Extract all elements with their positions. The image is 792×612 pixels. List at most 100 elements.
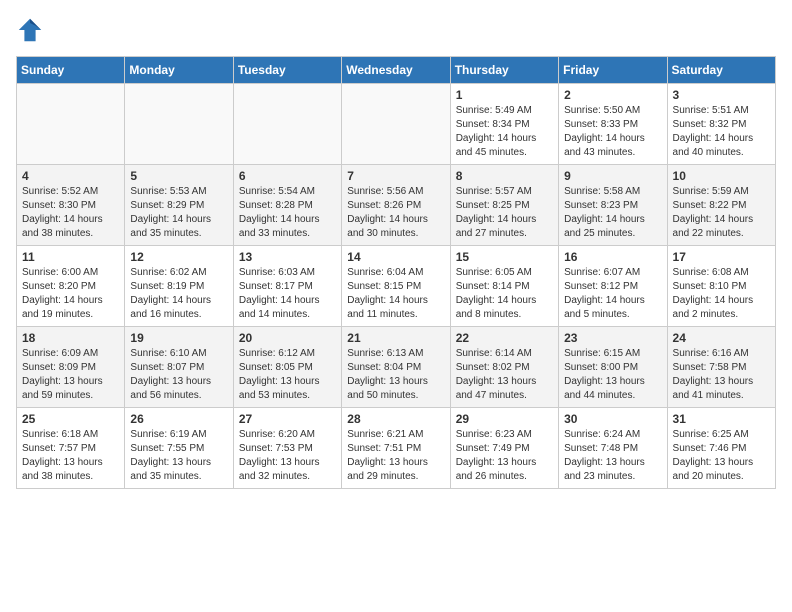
- calendar-day-cell: 17 Sunrise: 6:08 AM Sunset: 8:10 PM Dayli…: [667, 246, 775, 327]
- calendar-day-cell: [125, 84, 233, 165]
- day-number: 23: [564, 331, 661, 345]
- calendar-table: SundayMondayTuesdayWednesdayThursdayFrid…: [16, 56, 776, 489]
- calendar-day-cell: 21 Sunrise: 6:13 AM Sunset: 8:04 PM Dayli…: [342, 327, 450, 408]
- day-info: Sunrise: 5:56 AM Sunset: 8:26 PM Dayligh…: [347, 185, 444, 241]
- day-number: 7: [347, 169, 444, 183]
- calendar-day-cell: 6 Sunrise: 5:54 AM Sunset: 8:28 PM Daylig…: [233, 165, 341, 246]
- day-number: 18: [22, 331, 119, 345]
- day-info: Sunrise: 6:12 AM Sunset: 8:05 PM Dayligh…: [239, 347, 336, 403]
- calendar-day-cell: 3 Sunrise: 5:51 AM Sunset: 8:32 PM Daylig…: [667, 84, 775, 165]
- day-number: 4: [22, 169, 119, 183]
- day-of-week-header: Friday: [559, 57, 667, 84]
- calendar-header-row: SundayMondayTuesdayWednesdayThursdayFrid…: [17, 57, 776, 84]
- calendar-day-cell: 12 Sunrise: 6:02 AM Sunset: 8:19 PM Dayli…: [125, 246, 233, 327]
- day-info: Sunrise: 6:19 AM Sunset: 7:55 PM Dayligh…: [130, 428, 227, 484]
- day-number: 27: [239, 412, 336, 426]
- day-number: 8: [456, 169, 553, 183]
- day-info: Sunrise: 6:21 AM Sunset: 7:51 PM Dayligh…: [347, 428, 444, 484]
- calendar-day-cell: 28 Sunrise: 6:21 AM Sunset: 7:51 PM Dayli…: [342, 408, 450, 489]
- calendar-day-cell: 16 Sunrise: 6:07 AM Sunset: 8:12 PM Dayli…: [559, 246, 667, 327]
- day-info: Sunrise: 5:54 AM Sunset: 8:28 PM Dayligh…: [239, 185, 336, 241]
- day-of-week-header: Thursday: [450, 57, 558, 84]
- day-info: Sunrise: 6:02 AM Sunset: 8:19 PM Dayligh…: [130, 266, 227, 322]
- calendar-day-cell: 7 Sunrise: 5:56 AM Sunset: 8:26 PM Daylig…: [342, 165, 450, 246]
- logo: [16, 16, 48, 44]
- day-number: 25: [22, 412, 119, 426]
- calendar-body: 1 Sunrise: 5:49 AM Sunset: 8:34 PM Daylig…: [17, 84, 776, 489]
- day-info: Sunrise: 5:49 AM Sunset: 8:34 PM Dayligh…: [456, 104, 553, 160]
- calendar-day-cell: 23 Sunrise: 6:15 AM Sunset: 8:00 PM Dayli…: [559, 327, 667, 408]
- day-info: Sunrise: 6:16 AM Sunset: 7:58 PM Dayligh…: [673, 347, 770, 403]
- calendar-day-cell: 1 Sunrise: 5:49 AM Sunset: 8:34 PM Daylig…: [450, 84, 558, 165]
- day-number: 1: [456, 88, 553, 102]
- day-of-week-header: Monday: [125, 57, 233, 84]
- day-number: 12: [130, 250, 227, 264]
- calendar-day-cell: 30 Sunrise: 6:24 AM Sunset: 7:48 PM Dayli…: [559, 408, 667, 489]
- calendar-day-cell: 14Sunrise: 6:04 AM Sunset: 8:15 PM Dayli…: [342, 246, 450, 327]
- calendar-day-cell: 4 Sunrise: 5:52 AM Sunset: 8:30 PM Daylig…: [17, 165, 125, 246]
- calendar-week-row: 4 Sunrise: 5:52 AM Sunset: 8:30 PM Daylig…: [17, 165, 776, 246]
- day-info: Sunrise: 6:08 AM Sunset: 8:10 PM Dayligh…: [673, 266, 770, 322]
- day-number: 11: [22, 250, 119, 264]
- day-info: Sunrise: 6:20 AM Sunset: 7:53 PM Dayligh…: [239, 428, 336, 484]
- day-info: Sunrise: 6:23 AM Sunset: 7:49 PM Dayligh…: [456, 428, 553, 484]
- day-number: 13: [239, 250, 336, 264]
- calendar-day-cell: 18Sunrise: 6:09 AM Sunset: 8:09 PM Dayli…: [17, 327, 125, 408]
- calendar-day-cell: 11 Sunrise: 6:00 AM Sunset: 8:20 PM Dayli…: [17, 246, 125, 327]
- day-of-week-header: Sunday: [17, 57, 125, 84]
- day-number: 17: [673, 250, 770, 264]
- day-number: 30: [564, 412, 661, 426]
- day-number: 5: [130, 169, 227, 183]
- day-number: 2: [564, 88, 661, 102]
- day-info: Sunrise: 6:18 AM Sunset: 7:57 PM Dayligh…: [22, 428, 119, 484]
- day-info: Sunrise: 6:03 AM Sunset: 8:17 PM Dayligh…: [239, 266, 336, 322]
- calendar-week-row: 25 Sunrise: 6:18 AM Sunset: 7:57 PM Dayli…: [17, 408, 776, 489]
- day-info: Sunrise: 6:04 AM Sunset: 8:15 PM Dayligh…: [347, 266, 444, 322]
- calendar-day-cell: 27 Sunrise: 6:20 AM Sunset: 7:53 PM Dayli…: [233, 408, 341, 489]
- day-info: Sunrise: 5:58 AM Sunset: 8:23 PM Dayligh…: [564, 185, 661, 241]
- day-number: 10: [673, 169, 770, 183]
- calendar-day-cell: 5 Sunrise: 5:53 AM Sunset: 8:29 PM Daylig…: [125, 165, 233, 246]
- day-info: Sunrise: 5:59 AM Sunset: 8:22 PM Dayligh…: [673, 185, 770, 241]
- day-info: Sunrise: 5:53 AM Sunset: 8:29 PM Dayligh…: [130, 185, 227, 241]
- day-info: Sunrise: 6:07 AM Sunset: 8:12 PM Dayligh…: [564, 266, 661, 322]
- day-number: 29: [456, 412, 553, 426]
- day-info: Sunrise: 6:14 AM Sunset: 8:02 PM Dayligh…: [456, 347, 553, 403]
- day-number: 21: [347, 331, 444, 345]
- calendar-day-cell: 29 Sunrise: 6:23 AM Sunset: 7:49 PM Dayli…: [450, 408, 558, 489]
- day-number: 15: [456, 250, 553, 264]
- day-number: 28: [347, 412, 444, 426]
- day-info: Sunrise: 5:57 AM Sunset: 8:25 PM Dayligh…: [456, 185, 553, 241]
- day-of-week-header: Saturday: [667, 57, 775, 84]
- day-number: 16: [564, 250, 661, 264]
- day-info: Sunrise: 6:05 AM Sunset: 8:14 PM Dayligh…: [456, 266, 553, 322]
- calendar-week-row: 1 Sunrise: 5:49 AM Sunset: 8:34 PM Daylig…: [17, 84, 776, 165]
- calendar-day-cell: 15 Sunrise: 6:05 AM Sunset: 8:14 PM Dayli…: [450, 246, 558, 327]
- day-info: Sunrise: 6:13 AM Sunset: 8:04 PM Dayligh…: [347, 347, 444, 403]
- calendar-day-cell: 25 Sunrise: 6:18 AM Sunset: 7:57 PM Dayli…: [17, 408, 125, 489]
- logo-icon: [16, 16, 44, 44]
- calendar-day-cell: [342, 84, 450, 165]
- day-info: Sunrise: 5:51 AM Sunset: 8:32 PM Dayligh…: [673, 104, 770, 160]
- calendar-day-cell: [233, 84, 341, 165]
- day-info: Sunrise: 6:10 AM Sunset: 8:07 PM Dayligh…: [130, 347, 227, 403]
- day-info: Sunrise: 5:52 AM Sunset: 8:30 PM Dayligh…: [22, 185, 119, 241]
- day-number: 6: [239, 169, 336, 183]
- day-info: Sunrise: 6:24 AM Sunset: 7:48 PM Dayligh…: [564, 428, 661, 484]
- day-info: Sunrise: 6:25 AM Sunset: 7:46 PM Dayligh…: [673, 428, 770, 484]
- calendar-week-row: 18Sunrise: 6:09 AM Sunset: 8:09 PM Dayli…: [17, 327, 776, 408]
- calendar-day-cell: 31Sunrise: 6:25 AM Sunset: 7:46 PM Dayli…: [667, 408, 775, 489]
- calendar-day-cell: 20Sunrise: 6:12 AM Sunset: 8:05 PM Dayli…: [233, 327, 341, 408]
- day-number: 19: [130, 331, 227, 345]
- day-info: Sunrise: 6:15 AM Sunset: 8:00 PM Dayligh…: [564, 347, 661, 403]
- calendar-day-cell: [17, 84, 125, 165]
- day-info: Sunrise: 6:00 AM Sunset: 8:20 PM Dayligh…: [22, 266, 119, 322]
- calendar-day-cell: 13 Sunrise: 6:03 AM Sunset: 8:17 PM Dayli…: [233, 246, 341, 327]
- calendar-day-cell: 9Sunrise: 5:58 AM Sunset: 8:23 PM Daylig…: [559, 165, 667, 246]
- calendar-day-cell: 24Sunrise: 6:16 AM Sunset: 7:58 PM Dayli…: [667, 327, 775, 408]
- day-number: 3: [673, 88, 770, 102]
- day-number: 26: [130, 412, 227, 426]
- calendar-week-row: 11 Sunrise: 6:00 AM Sunset: 8:20 PM Dayli…: [17, 246, 776, 327]
- day-number: 22: [456, 331, 553, 345]
- calendar-day-cell: 19 Sunrise: 6:10 AM Sunset: 8:07 PM Dayli…: [125, 327, 233, 408]
